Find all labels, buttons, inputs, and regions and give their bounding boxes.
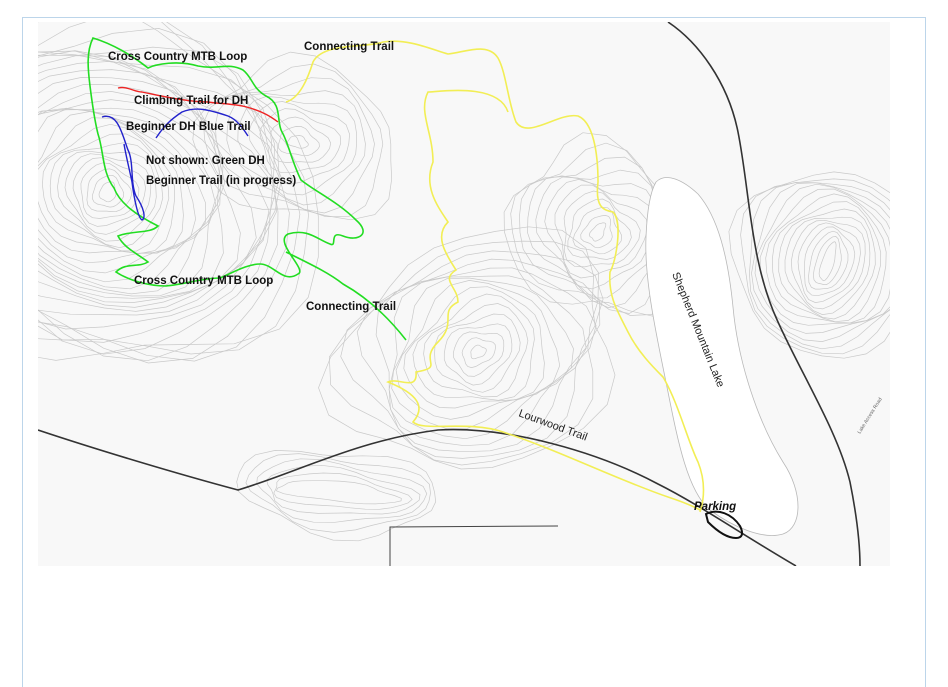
label-parking: Parking [694, 501, 736, 513]
label-connecting-mid: Connecting Trail [306, 301, 396, 313]
trail-map: Cross Country MTB Loop Climbing Trail fo… [38, 22, 890, 566]
label-not-shown-1: Not shown: Green DH [146, 155, 265, 167]
label-not-shown-2: Beginner Trail (in progress) [146, 175, 296, 187]
label-connecting-top: Connecting Trail [304, 41, 394, 53]
label-xc-loop-top: Cross Country MTB Loop [108, 51, 247, 63]
label-beginner-blue: Beginner DH Blue Trail [126, 121, 251, 133]
label-climbing-trail: Climbing Trail for DH [134, 95, 248, 107]
label-xc-loop-bottom: Cross Country MTB Loop [134, 275, 273, 287]
